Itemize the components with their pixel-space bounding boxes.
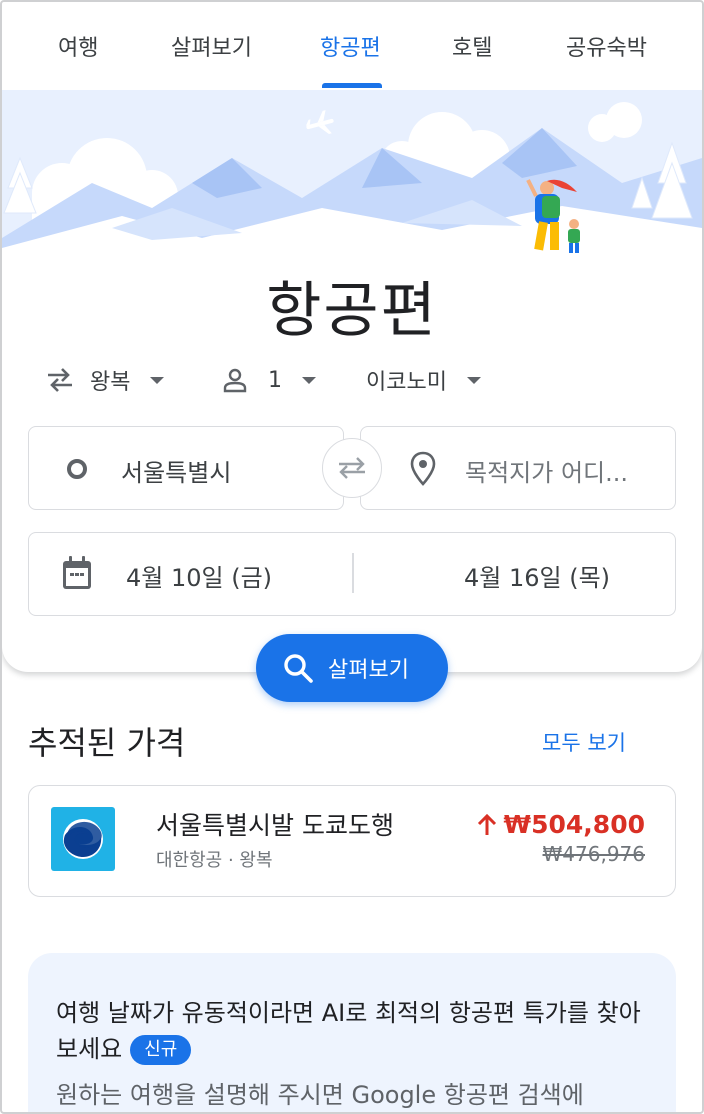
origin-value: 서울특별시 [121, 459, 232, 487]
search-button[interactable]: 살펴보기 [256, 634, 448, 702]
tab-explore[interactable]: 살펴보기 [171, 30, 252, 62]
chevron-down-icon [466, 376, 481, 384]
destination-placeholder: 목적지가 어디... [465, 459, 628, 487]
tab-travel[interactable]: 여행 [58, 30, 98, 62]
arrow-up-icon [477, 813, 496, 835]
chevron-down-icon [150, 376, 165, 384]
swap-origin-destination-button[interactable] [322, 438, 382, 498]
page-title: 항공편 [266, 276, 438, 346]
airline-trip-label: 대한항공 · 왕복 [156, 850, 273, 871]
active-tab-indicator [322, 83, 382, 88]
chevron-down-icon [302, 376, 316, 384]
new-badge: 신규 [130, 1035, 192, 1065]
route-label: 서울특별시발 도쿄도행 [156, 811, 394, 840]
current-price-value: ₩504,800 [503, 810, 645, 839]
trip-type-label: 왕복 [90, 370, 131, 395]
current-price: ₩504,800 [476, 810, 645, 839]
passenger-select[interactable]: 1 [222, 362, 316, 398]
tab-vacation-rentals[interactable]: 공유숙박 [566, 30, 647, 62]
previous-price: ₩476,976 [542, 842, 645, 866]
swap-arrows-icon [339, 457, 365, 479]
date-divider [352, 553, 354, 593]
cabin-class-label: 이코노미 [366, 370, 447, 395]
search-button-label: 살펴보기 [328, 658, 409, 683]
tab-flights[interactable]: 항공편 [320, 30, 381, 62]
tracked-price-card[interactable]: 서울특별시발 도쿄도행 대한항공 · 왕복 ₩504,800 ₩476,976 [28, 785, 676, 897]
ai-promo-card[interactable]: 여행 날짜가 유동적이라면 AI로 최적의 항공편 특가를 찾아보세요 신규 원하… [28, 953, 676, 1114]
see-all-link[interactable]: 모두 보기 [542, 727, 626, 757]
departure-date[interactable]: 4월 10일 (금) [126, 558, 272, 593]
ai-promo-description: 원하는 여행을 설명해 주시면 Google 항공편 검색에 [56, 1081, 584, 1109]
trip-type-select[interactable]: 왕복 [44, 362, 165, 398]
destination-field[interactable]: 목적지가 어디... [360, 426, 676, 510]
origin-field[interactable]: 서울특별시 [28, 426, 344, 510]
airline-logo [51, 807, 115, 871]
calendar-icon [63, 556, 91, 589]
search-icon [284, 654, 313, 683]
flights-illustration [2, 88, 702, 278]
origin-circle-icon [67, 459, 87, 479]
location-pin-icon [410, 451, 436, 486]
person-icon [223, 368, 247, 393]
swap-icon [48, 368, 72, 392]
ai-promo-title: 여행 날짜가 유동적이라면 AI로 최적의 항공편 특가를 찾아보세요 신규 [56, 995, 656, 1067]
cabin-class-select[interactable]: 이코노미 [366, 362, 481, 398]
tab-hotels[interactable]: 호텔 [452, 30, 492, 62]
return-date[interactable]: 4월 16일 (목) [464, 558, 610, 593]
tracked-prices-title: 추적된 가격 [28, 724, 186, 762]
top-tab-bar: 여행 살펴보기 항공편 호텔 공유숙박 [0, 0, 704, 90]
passenger-count: 1 [268, 367, 282, 393]
